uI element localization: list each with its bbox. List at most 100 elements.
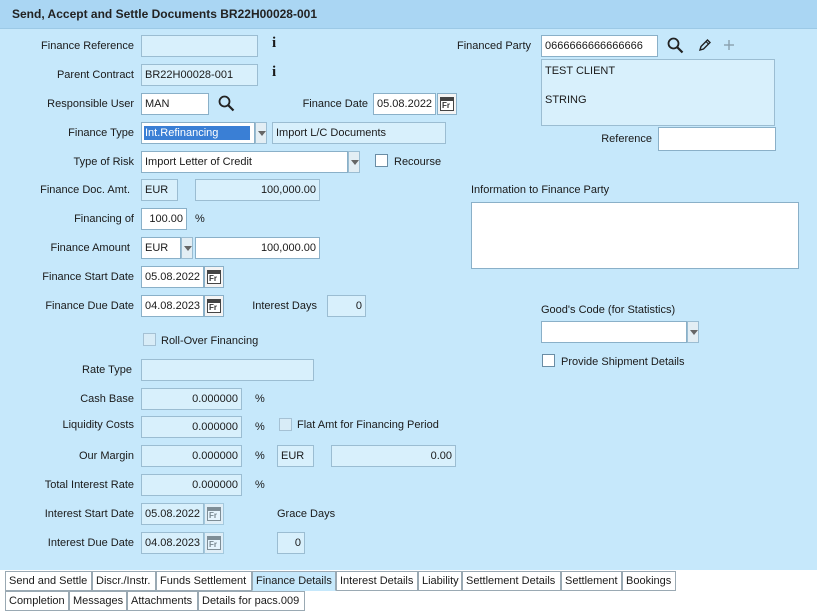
interest-start-date-field[interactable]: 05.08.2022 bbox=[141, 503, 204, 525]
our-margin-label: Our Margin bbox=[78, 450, 134, 462]
recourse-label: Recourse bbox=[394, 156, 442, 168]
responsible-user-field[interactable]: MAN bbox=[141, 93, 209, 115]
provide-shipment-checkbox[interactable] bbox=[542, 354, 555, 367]
liquidity-costs-field[interactable]: 0.000000 bbox=[141, 416, 242, 438]
financing-of-field[interactable]: 100.00 bbox=[141, 208, 187, 230]
financed-party-search-icon[interactable] bbox=[667, 37, 684, 54]
calendar-glyph: Fr bbox=[209, 303, 217, 312]
tab-send-and-settle[interactable]: Send and Settle bbox=[5, 571, 92, 591]
finance-amount-currency[interactable]: EUR bbox=[141, 237, 181, 259]
finance-date-field[interactable]: 05.08.2022 bbox=[373, 93, 436, 115]
flat-amt-label: Flat Amt for Financing Period bbox=[297, 419, 439, 431]
finance-type-value: Int.Refinancing bbox=[144, 126, 250, 140]
our-margin-amount[interactable]: 0.00 bbox=[331, 445, 456, 467]
finance-reference-info-icon[interactable]: i bbox=[272, 35, 276, 52]
finance-date-calendar-icon[interactable]: Fr bbox=[437, 93, 457, 115]
info-to-finance-party-label: Information to Finance Party bbox=[471, 184, 610, 196]
interest-due-date-field[interactable]: 04.08.2023 bbox=[141, 532, 204, 554]
financed-party-address-line1: TEST CLIENT bbox=[545, 65, 616, 77]
provide-shipment-label: Provide Shipment Details bbox=[561, 356, 685, 368]
finance-doc-amt-field[interactable]: 100,000.00 bbox=[195, 179, 320, 201]
liquidity-costs-label: Liquidity Costs bbox=[62, 419, 134, 431]
finance-reference-label: Finance Reference bbox=[41, 40, 134, 52]
finance-amount-label: Finance Amount bbox=[50, 242, 131, 254]
goods-code-select[interactable] bbox=[541, 321, 687, 343]
finance-details-panel: Send, Accept and Settle Documents BR22H0… bbox=[0, 0, 817, 570]
finance-type-dropdown-button[interactable] bbox=[255, 122, 267, 144]
finance-doc-amt-currency[interactable]: EUR bbox=[141, 179, 178, 201]
tab-details-pacs009[interactable]: Details for pacs.009 bbox=[198, 591, 305, 611]
plus-icon[interactable] bbox=[723, 39, 735, 51]
rate-type-field[interactable] bbox=[141, 359, 314, 381]
roll-over-label: Roll-Over Financing bbox=[161, 335, 259, 347]
tab-liability[interactable]: Liability bbox=[418, 571, 462, 591]
tab-messages[interactable]: Messages bbox=[69, 591, 127, 611]
finance-date-label: Finance Date bbox=[302, 98, 368, 110]
flat-amt-checkbox[interactable] bbox=[279, 418, 292, 431]
finance-amount-field[interactable]: 100,000.00 bbox=[195, 237, 320, 259]
finance-due-date-calendar-icon[interactable]: Fr bbox=[204, 295, 224, 317]
tab-bookings[interactable]: Bookings bbox=[622, 571, 676, 591]
tab-settlement[interactable]: Settlement bbox=[561, 571, 622, 591]
tab-discr-instr[interactable]: Discr./Instr. bbox=[92, 571, 156, 591]
calendar-glyph: Fr bbox=[209, 511, 217, 520]
pencil-icon[interactable] bbox=[698, 38, 712, 52]
grace-days-label: Grace Days bbox=[277, 508, 336, 520]
financed-party-field[interactable]: 0666666666666666 bbox=[541, 35, 658, 57]
financed-party-address-line2: STRING bbox=[545, 94, 587, 106]
total-interest-rate-label: Total Interest Rate bbox=[44, 479, 134, 491]
interest-due-date-label: Interest Due Date bbox=[47, 537, 134, 549]
financing-of-label: Financing of bbox=[74, 213, 134, 225]
financed-party-address: TEST CLIENT STRING bbox=[541, 59, 775, 126]
parent-contract-info-icon[interactable]: i bbox=[272, 64, 276, 81]
interest-start-date-calendar-icon[interactable]: Fr bbox=[204, 503, 224, 525]
finance-start-date-calendar-icon[interactable]: Fr bbox=[204, 266, 224, 288]
finance-type-select[interactable]: Int.Refinancing bbox=[141, 122, 255, 144]
tab-funds-settlement[interactable]: Funds Settlement bbox=[156, 571, 252, 591]
finance-start-date-label: Finance Start Date bbox=[42, 271, 134, 283]
cash-base-field[interactable]: 0.000000 bbox=[141, 388, 242, 410]
our-margin-currency[interactable]: EUR bbox=[277, 445, 314, 467]
parent-contract-field[interactable]: BR22H00028-001 bbox=[141, 64, 258, 86]
tab-completion[interactable]: Completion bbox=[5, 591, 69, 611]
type-of-risk-dropdown-button[interactable] bbox=[348, 151, 360, 173]
finance-due-date-field[interactable]: 04.08.2023 bbox=[141, 295, 204, 317]
grace-days-field[interactable]: 0 bbox=[277, 532, 305, 554]
tab-finance-details[interactable]: Finance Details bbox=[252, 571, 336, 591]
recourse-checkbox[interactable] bbox=[375, 154, 388, 167]
finance-type-description: Import L/C Documents bbox=[272, 122, 446, 144]
total-interest-rate-unit: % bbox=[255, 479, 265, 491]
finance-due-date-label: Finance Due Date bbox=[45, 300, 134, 312]
financing-of-unit: % bbox=[195, 213, 205, 225]
info-to-finance-party-textarea[interactable] bbox=[471, 202, 799, 269]
financed-party-label: Financed Party bbox=[457, 40, 531, 52]
tab-settlement-details[interactable]: Settlement Details bbox=[462, 571, 561, 591]
calendar-glyph: Fr bbox=[209, 274, 217, 283]
goods-code-dropdown-button[interactable] bbox=[687, 321, 699, 343]
interest-days-field: 0 bbox=[327, 295, 366, 317]
roll-over-checkbox[interactable] bbox=[143, 333, 156, 346]
interest-due-date-calendar-icon[interactable]: Fr bbox=[204, 532, 224, 554]
finance-reference-field[interactable] bbox=[141, 35, 258, 57]
search-icon[interactable] bbox=[218, 95, 235, 112]
responsible-user-label: Responsible User bbox=[47, 98, 134, 110]
interest-start-date-label: Interest Start Date bbox=[44, 508, 134, 520]
calendar-glyph: Fr bbox=[209, 540, 217, 549]
finance-start-date-field[interactable]: 05.08.2022 bbox=[141, 266, 204, 288]
reference-field[interactable] bbox=[658, 127, 776, 151]
our-margin-field[interactable]: 0.000000 bbox=[141, 445, 242, 467]
finance-amount-currency-dropdown[interactable] bbox=[181, 237, 193, 259]
window-title: Send, Accept and Settle Documents BR22H0… bbox=[12, 7, 317, 21]
tab-interest-details[interactable]: Interest Details bbox=[336, 571, 418, 591]
interest-days-label: Interest Days bbox=[252, 300, 317, 312]
tab-attachments[interactable]: Attachments bbox=[127, 591, 198, 611]
parent-contract-label: Parent Contract bbox=[56, 69, 134, 81]
goods-code-label: Good's Code (for Statistics) bbox=[541, 304, 676, 316]
our-margin-unit: % bbox=[255, 450, 265, 462]
reference-label: Reference bbox=[601, 133, 652, 145]
type-of-risk-label: Type of Risk bbox=[73, 156, 134, 168]
liquidity-costs-unit: % bbox=[255, 421, 265, 433]
type-of-risk-select[interactable]: Import Letter of Credit bbox=[141, 151, 348, 173]
total-interest-rate-field: 0.000000 bbox=[141, 474, 242, 496]
finance-type-label: Finance Type bbox=[68, 127, 134, 139]
